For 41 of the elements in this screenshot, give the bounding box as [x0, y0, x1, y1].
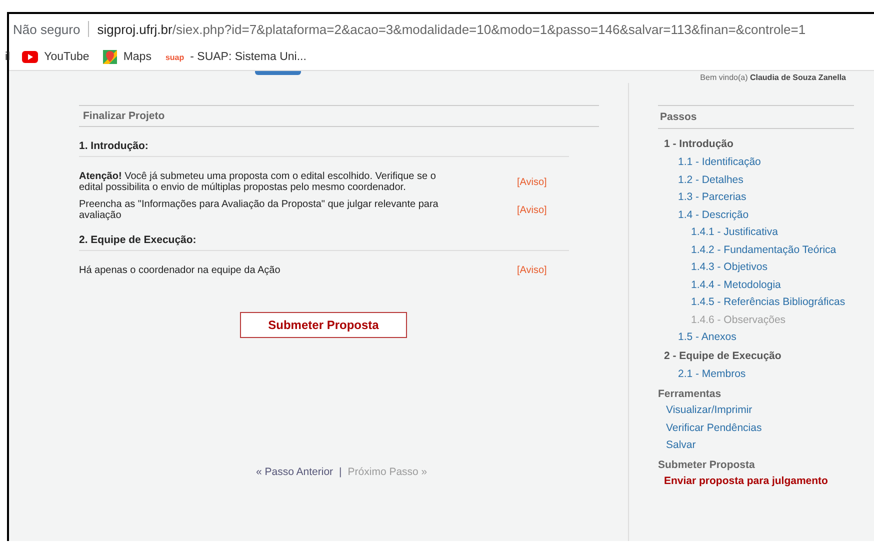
step-link[interactable]: 1.2 - Detalhes: [658, 172, 854, 189]
previous-step-link[interactable]: « Passo Anterior: [256, 466, 334, 478]
step-link[interactable]: 1.4.1 - Justificativa: [658, 224, 854, 242]
step-link[interactable]: 2.1 - Membros: [658, 366, 854, 383]
step-link[interactable]: 2 - Equipe de Execução: [658, 346, 854, 366]
tool-link[interactable]: Salvar: [658, 437, 854, 454]
step-link[interactable]: 1.4.4 - Metodologia: [658, 276, 854, 294]
section-heading: 2. Equipe de Execução:: [79, 234, 569, 251]
bookmark[interactable]: Maps: [103, 50, 152, 64]
submit-heading: Submeter Proposta: [658, 458, 756, 472]
step-link[interactable]: 1.5 - Anexos: [658, 329, 854, 346]
map-pin-icon: [103, 50, 118, 64]
video-play-icon: [22, 51, 38, 63]
welcome-text: Bem vindo(a) Claudia de Souza Zanella: [700, 72, 846, 82]
warning-message: Há apenas o coordenador na equipe da Ação: [79, 265, 282, 276]
warning-message: Preencha as "Informações para Avaliação da Proposta" que julgar relevante para avaliação: [79, 199, 440, 221]
step-link[interactable]: 1.1 - Identificação: [658, 154, 854, 172]
step-link[interactable]: 1.3 - Parcerias: [658, 189, 854, 206]
tools-heading: Ferramentas: [658, 387, 722, 402]
warning-link[interactable]: [Aviso]: [517, 265, 547, 276]
panel-title: Finalizar Projeto: [79, 105, 599, 127]
separator-text: |: [339, 466, 342, 478]
step-link[interactable]: 1.4.3 - Objetivos: [658, 259, 854, 276]
warning-message: Atenção! Você já submeteu uma proposta com o edital escolhido. Verifique se o edital possibilita o envio de múltiplas propostas pelo mesmo coordenador.: [79, 171, 437, 193]
tool-link[interactable]: Verificar Pendências: [658, 420, 854, 437]
send-proposal-link[interactable]: Enviar proposta para julgamento: [658, 472, 854, 490]
step-link[interactable]: 1 - Introdução: [658, 135, 854, 154]
submit-button[interactable]: Submeter Proposta: [240, 312, 407, 338]
tool-link[interactable]: Visualizar/Imprimir: [658, 402, 854, 420]
bookmark[interactable]: suap - SUAP: Sistema Uni...: [165, 51, 306, 63]
bookmark[interactable]: YouTube: [22, 51, 90, 63]
step-link[interactable]: 1.4 - Descrição: [658, 206, 854, 224]
address-bar[interactable]: Não seguro sigproj.ufrj.br/siex.php?id=7&plataforma=2&acao=3&modalidade=10&modo=1&passo=146&salvar=113&finan=&controle=1: [9, 14, 874, 44]
step-link[interactable]: 1.4.5 - Referências Bibliográficas: [658, 294, 854, 312]
url-text: sigproj.ufrj.br/siex.php?id=7&plataforma=2&acao=3&modalidade=10&modo=1&passo=146&salvar=113&finan=&controle=1: [97, 22, 806, 36]
security-label[interactable]: Não seguro: [13, 22, 80, 36]
step-link[interactable]: 1.4.2 - Fundamentação Teórica: [658, 242, 854, 259]
warning-link[interactable]: [Aviso]: [517, 204, 547, 216]
warning-link[interactable]: [Aviso]: [517, 176, 547, 188]
section-heading: 1. Introdução:: [79, 140, 569, 157]
sidebar-title: Passos: [658, 105, 854, 129]
